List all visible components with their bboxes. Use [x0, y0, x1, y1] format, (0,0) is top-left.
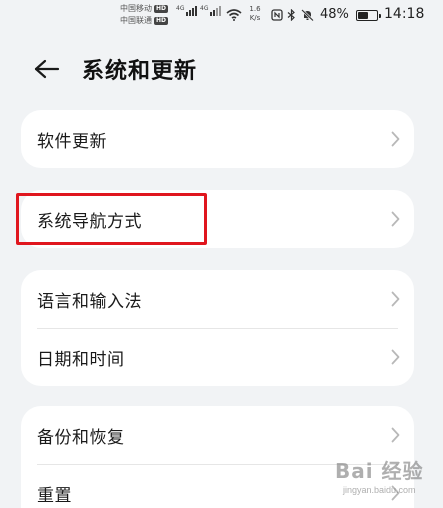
status-bar: 中国移动 HD 中国联通 HD 4G 4G 1.6 K/s 48% 14:18: [0, 0, 443, 36]
system-navigation-item[interactable]: 系统导航方式: [21, 190, 414, 248]
signal-icon-1: 4G: [176, 5, 198, 16]
item-label: 系统导航方式: [37, 211, 142, 232]
item-label: 日期和时间: [37, 349, 125, 370]
back-button[interactable]: [30, 52, 64, 86]
bluetooth-icon: [287, 9, 295, 21]
item-label: 语言和输入法: [37, 291, 142, 312]
status-clock: 14:18: [384, 6, 425, 22]
chevron-right-icon: [391, 349, 400, 365]
watermark-url: jingyan.baidu.com: [343, 485, 416, 495]
software-update-item[interactable]: 软件更新: [21, 110, 414, 168]
watermark-logo: Bai 经验: [335, 459, 424, 483]
chevron-right-icon: [391, 211, 400, 227]
carrier-name-1: 中国移动: [120, 4, 152, 13]
wifi-icon: [226, 9, 242, 21]
settings-group-language-time: 语言和输入法 日期和时间: [21, 270, 414, 386]
page-title: 系统和更新: [82, 59, 198, 84]
network-type-1: 4G: [176, 5, 185, 12]
signal-icon-2: 4G: [200, 5, 222, 16]
battery-icon: [356, 10, 381, 21]
app-header: 系统和更新: [0, 46, 443, 90]
chevron-right-icon: [391, 131, 400, 147]
language-input-item[interactable]: 语言和输入法: [21, 270, 414, 328]
arrow-left-icon: [34, 59, 60, 79]
speed-value: 1.6: [249, 5, 261, 13]
speed-unit: K/s: [249, 14, 261, 22]
nfc-icon: [271, 9, 283, 21]
item-label: 重置: [37, 485, 72, 506]
hd-badge-2: HD: [154, 17, 169, 25]
carrier-info: 中国移动 HD 中国联通 HD: [120, 3, 169, 27]
mute-bell-icon: [301, 9, 314, 21]
network-speed: 1.6 K/s: [246, 5, 264, 23]
battery-level-fill: [358, 12, 368, 19]
network-type-2: 4G: [200, 5, 209, 12]
chevron-right-icon: [391, 291, 400, 307]
item-label: 软件更新: [37, 131, 107, 152]
settings-group-update: 软件更新: [21, 110, 414, 168]
watermark: Bai 经验 jingyan.baidu.com: [335, 455, 441, 505]
hd-badge-1: HD: [154, 5, 169, 13]
settings-group-navigation: 系统导航方式: [21, 190, 414, 248]
item-label: 备份和恢复: [37, 427, 125, 448]
carrier-name-2: 中国联通: [120, 16, 152, 25]
battery-percent: 48%: [320, 7, 349, 22]
chevron-right-icon: [391, 427, 400, 443]
date-time-item[interactable]: 日期和时间: [21, 328, 414, 386]
